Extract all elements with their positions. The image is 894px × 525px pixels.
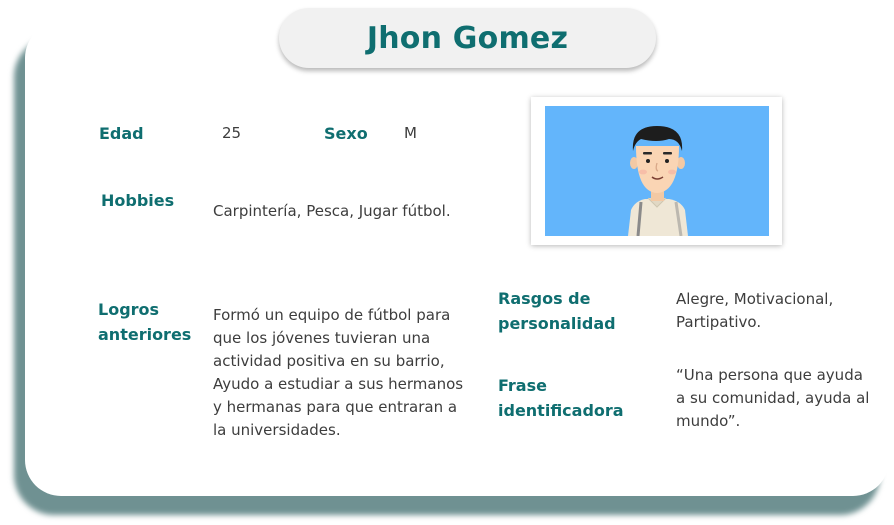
- hobbies-label: Hobbies: [101, 191, 175, 210]
- persona-name: Jhon Gomez: [366, 20, 569, 56]
- achievements-value: Formó un equipo de fútbol para que los j…: [213, 306, 464, 439]
- phrase-label-line2: identificadora: [498, 401, 624, 420]
- photo-frame: [531, 97, 782, 245]
- avatar-icon: [628, 126, 688, 236]
- traits-label-line2: personalidad: [498, 314, 616, 333]
- sex-label: Sexo: [324, 124, 368, 143]
- age-value: 25: [222, 124, 242, 142]
- persona-card-stage: Jhon Gomez Edad 25 Sexo M Hobbies Carpin…: [0, 0, 894, 525]
- traits-value: Alegre, Motivacional, Partipativo.: [676, 290, 834, 331]
- name-title-pill: Jhon Gomez: [279, 8, 656, 68]
- phrase-label-line1: Frase: [498, 376, 547, 395]
- age-label: Edad: [99, 124, 144, 143]
- achievements-label-line2: anteriores: [98, 325, 192, 344]
- sex-value: M: [404, 124, 417, 142]
- phrase-value: “Una persona que ayuda a su comunidad, a…: [676, 366, 870, 430]
- photo-background: [545, 106, 769, 236]
- traits-label-line1: Rasgos de: [498, 289, 591, 308]
- achievements-label-line1: Logros: [98, 300, 160, 319]
- hobbies-value: Carpintería, Pesca, Jugar fútbol.: [213, 202, 451, 220]
